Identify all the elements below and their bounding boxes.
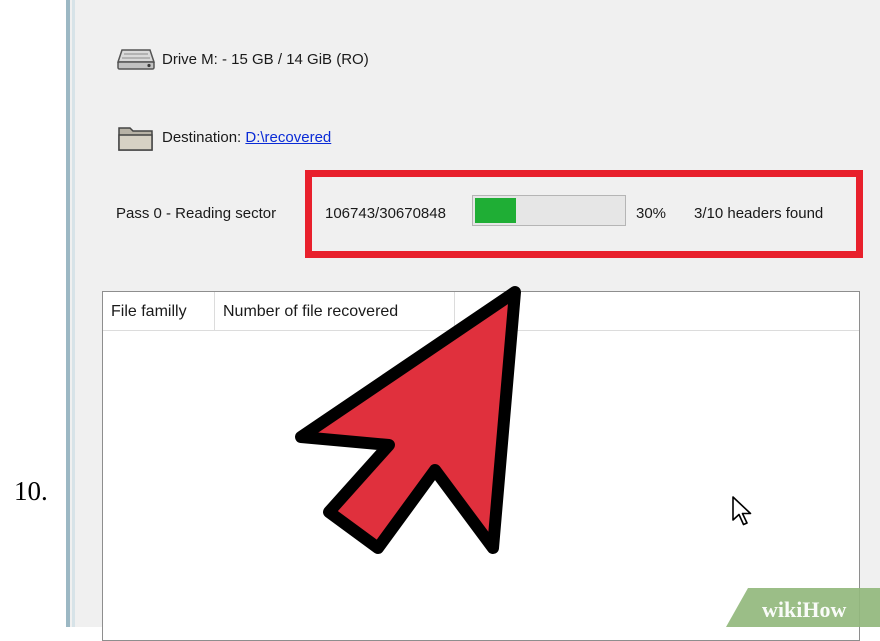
wikihow-watermark: wikiHow <box>726 588 880 627</box>
red-pointer-arrow-icon <box>295 286 521 554</box>
mouse-cursor-icon <box>732 496 752 526</box>
svg-text:wikiHow: wikiHow <box>762 597 846 622</box>
